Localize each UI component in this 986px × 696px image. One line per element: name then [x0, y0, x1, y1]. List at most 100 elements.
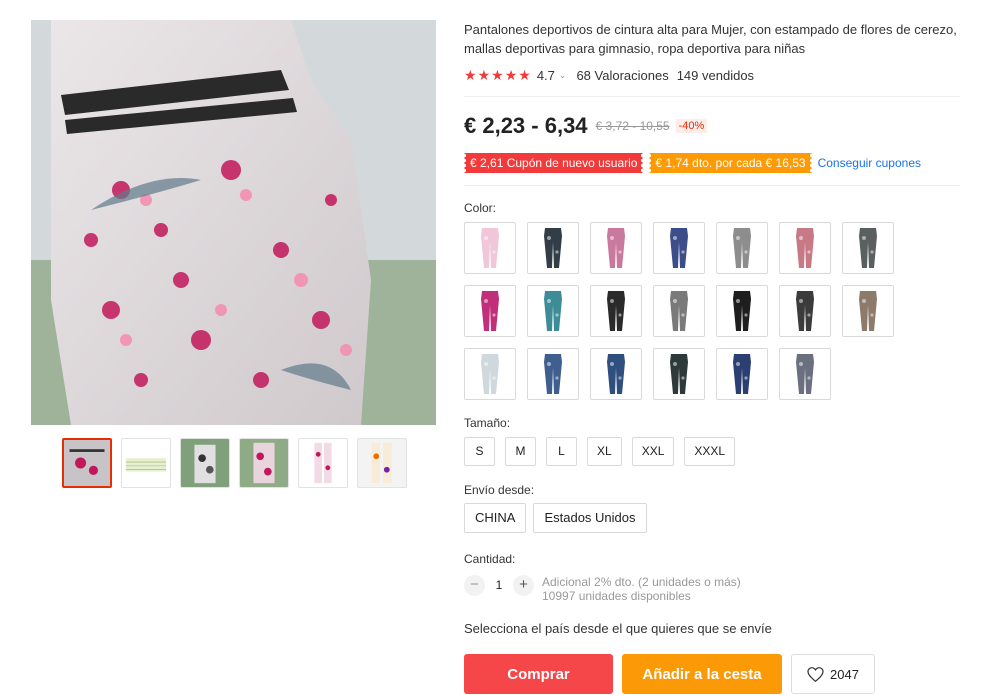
legging-thumbnail-icon — [670, 228, 688, 268]
color-swatch-13[interactable] — [779, 285, 831, 337]
legging-thumbnail-icon — [670, 291, 688, 331]
legging-thumbnail-icon — [859, 291, 877, 331]
discount-badge: -40% — [675, 119, 708, 133]
ship-from-china[interactable]: CHINA — [464, 503, 527, 533]
legging-thumbnail-icon — [796, 291, 814, 331]
original-price: € 3,72 - 10,55 — [595, 119, 670, 133]
color-swatches — [464, 222, 960, 400]
size-options: S M L XL XXL XXXL — [464, 437, 960, 466]
star-icon: ★ — [464, 67, 477, 83]
size-option-m[interactable]: M — [505, 437, 536, 466]
available-units: 10997 unidades disponibles — [542, 589, 691, 603]
legging-thumbnail-icon — [796, 228, 814, 268]
star-icon: ★ — [504, 67, 518, 83]
action-buttons: Comprar Añadir a la cesta 2047 — [464, 654, 960, 694]
color-swatch-8[interactable] — [464, 285, 516, 337]
color-swatch-16[interactable] — [527, 348, 579, 400]
product-info: Pantalones deportivos de cintura alta pa… — [464, 20, 960, 694]
color-swatch-7[interactable] — [842, 222, 894, 274]
color-swatch-14[interactable] — [842, 285, 894, 337]
legging-thumbnail-icon — [733, 228, 751, 268]
heart-icon — [807, 666, 824, 682]
quantity-stepper: − 1 + Adicional 2% dto. (2 unidades o má… — [464, 575, 960, 603]
legging-thumbnail-icon — [733, 354, 751, 394]
add-to-cart-button[interactable]: Añadir a la cesta — [622, 654, 782, 694]
legging-thumbnail-icon — [544, 228, 562, 268]
legging-thumbnail-icon — [481, 228, 499, 268]
quantity-label: Cantidad: — [464, 552, 516, 566]
rating-row: ★ ★ ★ ★ ★ 4.7 ⌄ 68 Valoraciones 149 vend… — [464, 66, 960, 84]
ship-from-options: CHINA Estados Unidos — [464, 503, 960, 533]
bulk-discount-note: Adicional 2% dto. (2 unidades o más) — [542, 575, 741, 589]
color-swatch-9[interactable] — [527, 285, 579, 337]
rating-value[interactable]: 4.7 — [537, 68, 555, 83]
legging-thumbnail-icon — [859, 228, 877, 268]
divider — [464, 185, 960, 186]
current-price: € 2,23 - 6,34 — [464, 113, 588, 138]
legging-thumbnail-icon — [544, 291, 562, 331]
color-swatch-5[interactable] — [716, 222, 768, 274]
color-swatch-12[interactable] — [716, 285, 768, 337]
star-icon: ★ — [491, 67, 504, 83]
color-swatch-4[interactable] — [653, 222, 705, 274]
color-swatch-17[interactable] — [590, 348, 642, 400]
legging-thumbnail-icon — [670, 354, 688, 394]
thumbnail-3[interactable] — [180, 438, 230, 488]
color-swatch-10[interactable] — [590, 285, 642, 337]
main-product-image[interactable] — [31, 20, 436, 425]
color-swatch-1[interactable] — [464, 222, 516, 274]
legging-thumbnail-icon — [481, 354, 499, 394]
ship-from-label: Envío desde: — [464, 483, 535, 497]
thumbnail-2[interactable] — [121, 438, 171, 488]
ship-from-us[interactable]: Estados Unidos — [533, 503, 647, 533]
size-option-s[interactable]: S — [464, 437, 495, 466]
legging-thumbnail-icon — [607, 291, 625, 331]
price-row: € 2,23 - 6,34 € 3,72 - 10,55 -40% — [464, 113, 960, 138]
quantity-plus-button[interactable]: + — [513, 575, 534, 596]
divider — [464, 96, 960, 97]
star-rating: ★ ★ ★ ★ ★ — [464, 68, 531, 82]
star-icon: ★ — [477, 67, 491, 83]
sold-count: 149 vendidos — [676, 67, 755, 83]
color-label: Color: — [464, 201, 497, 215]
legging-thumbnail-icon — [607, 228, 625, 268]
quantity-value[interactable]: 1 — [485, 575, 513, 596]
store-coupon[interactable]: € 1,74 dto. por cada € 16,53 — [649, 153, 812, 173]
color-swatch-3[interactable] — [590, 222, 642, 274]
thumbnail-strip — [62, 438, 407, 488]
chevron-down-icon[interactable]: ⌄ — [559, 70, 567, 81]
wishlist-count: 2047 — [830, 666, 859, 682]
product-title: Pantalones deportivos de cintura alta pa… — [464, 22, 957, 56]
legging-thumbnail-icon — [607, 354, 625, 394]
size-option-xxl[interactable]: XXL — [631, 437, 675, 466]
legging-thumbnail-icon — [733, 291, 751, 331]
size-label: Tamaño: — [464, 416, 511, 430]
color-swatch-20[interactable] — [779, 348, 831, 400]
reviews-count[interactable]: 68 Valoraciones — [576, 68, 668, 83]
size-option-xl[interactable]: XL — [587, 437, 622, 466]
thumbnail-1[interactable] — [62, 438, 112, 488]
thumbnail-6[interactable] — [357, 438, 407, 488]
color-swatch-19[interactable] — [716, 348, 768, 400]
buy-now-button[interactable]: Comprar — [464, 654, 613, 694]
coupon-row: € 2,61 Cupón de nuevo usuario € 1,74 dto… — [464, 153, 960, 173]
ship-country-note: Selecciona el país desde el que quieres … — [464, 621, 772, 636]
legging-thumbnail-icon — [481, 291, 499, 331]
color-swatch-11[interactable] — [653, 285, 705, 337]
quantity-notes: Adicional 2% dto. (2 unidades o más) 109… — [542, 575, 741, 603]
star-icon: ★ — [518, 67, 531, 83]
color-swatch-18[interactable] — [653, 348, 705, 400]
quantity-minus-button[interactable]: − — [464, 575, 485, 596]
color-swatch-2[interactable] — [527, 222, 579, 274]
new-user-coupon[interactable]: € 2,61 Cupón de nuevo usuario — [464, 153, 644, 173]
legging-thumbnail-icon — [544, 354, 562, 394]
get-coupons-link[interactable]: Conseguir cupones — [818, 156, 921, 170]
size-option-l[interactable]: L — [546, 437, 577, 466]
wishlist-button[interactable]: 2047 — [791, 654, 875, 694]
size-option-xxxl[interactable]: XXXL — [684, 437, 736, 466]
thumbnail-4[interactable] — [239, 438, 289, 488]
color-swatch-15[interactable] — [464, 348, 516, 400]
legging-thumbnail-icon — [796, 354, 814, 394]
thumbnail-5[interactable] — [298, 438, 348, 488]
color-swatch-6[interactable] — [779, 222, 831, 274]
